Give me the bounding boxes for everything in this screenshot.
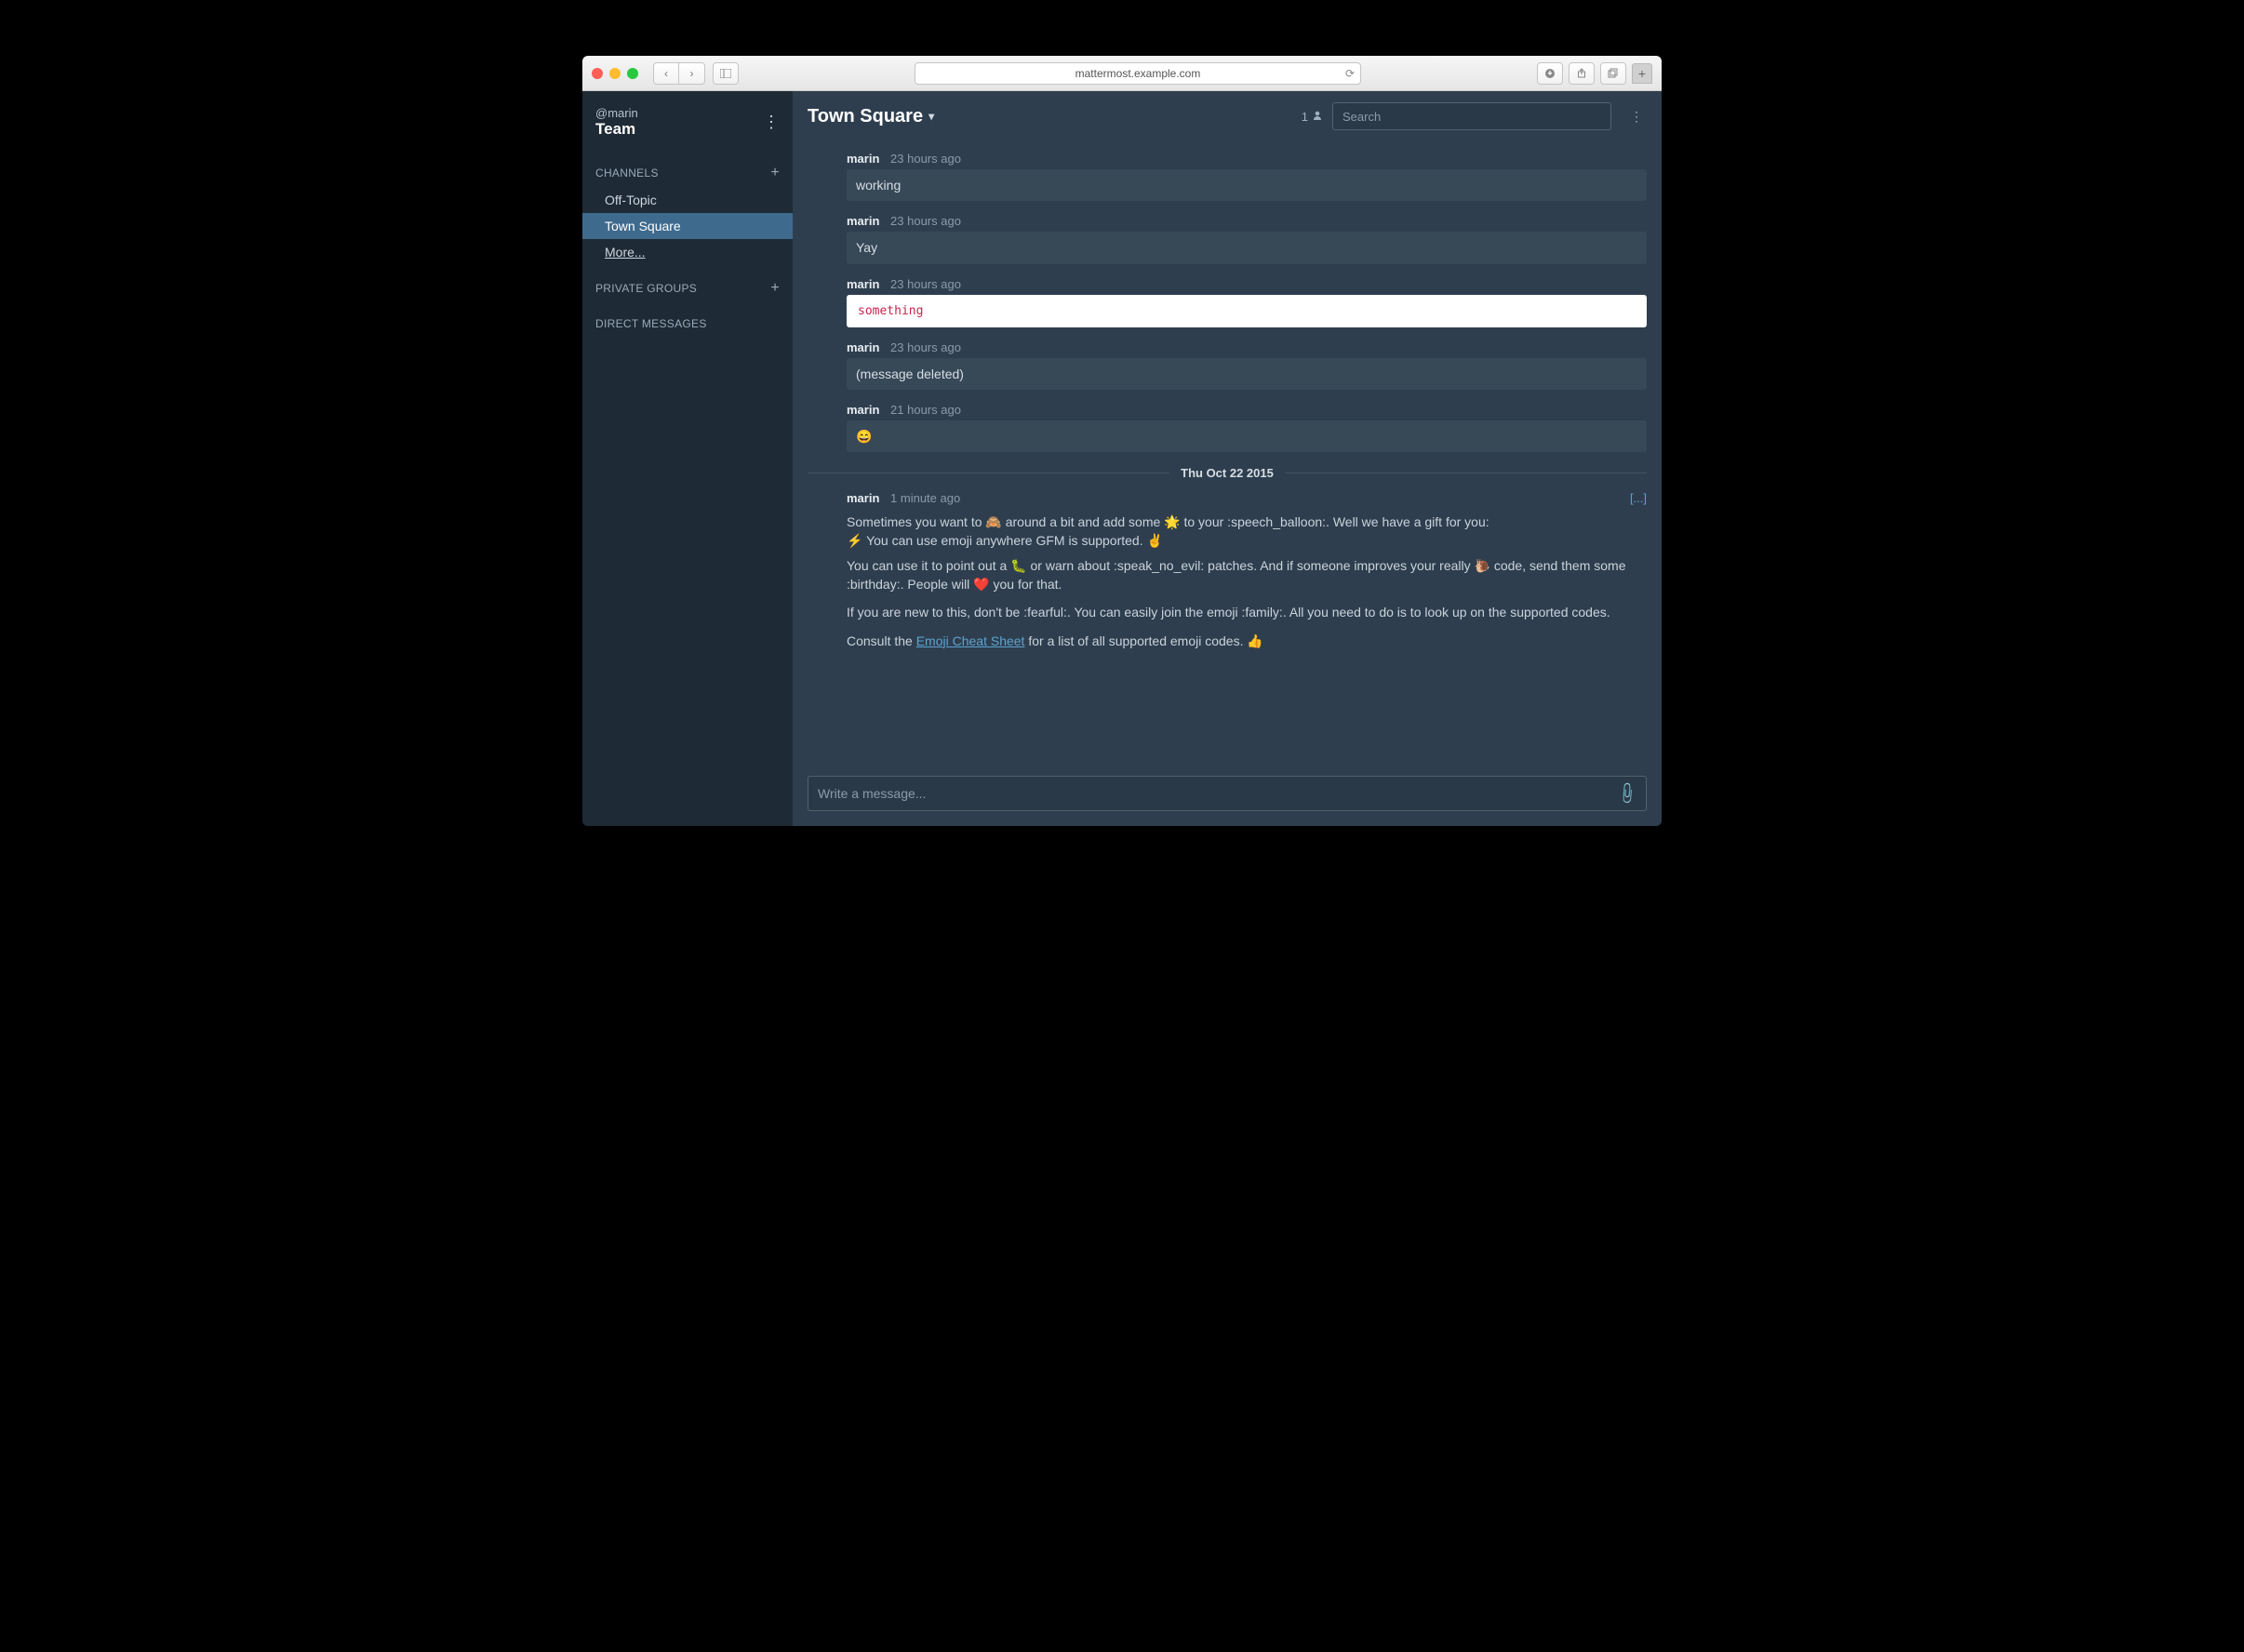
add-group-icon[interactable]: + <box>770 280 780 297</box>
post-time: 21 hours ago <box>890 403 961 417</box>
message-composer: 📎 <box>793 766 1662 826</box>
person-icon <box>1312 110 1323 124</box>
chevron-down-icon: ▾ <box>928 110 934 123</box>
post-time: 23 hours ago <box>890 214 961 228</box>
current-user: @marin <box>595 106 638 120</box>
back-button[interactable]: ‹ <box>653 62 679 85</box>
emoji-cheat-sheet-link[interactable]: Emoji Cheat Sheet <box>916 633 1025 648</box>
post-body: working <box>847 169 1647 201</box>
browser-chrome: ‹ › mattermost.example.com ⟳ + <box>582 56 1662 91</box>
minimize-window-button[interactable] <box>609 68 621 79</box>
new-tab-button[interactable]: + <box>1632 63 1652 84</box>
team-name: Team <box>595 120 638 139</box>
member-count[interactable]: 1 <box>1302 110 1323 124</box>
app-container: @marin Team ⋮ CHANNELS + Off-Topic Town … <box>582 91 1662 826</box>
date-separator-text: Thu Oct 22 2015 <box>1169 466 1285 480</box>
direct-messages-section: DIRECT MESSAGES <box>582 312 793 336</box>
message-post: marin 1 minute ago [...] Sometimes you w… <box>808 491 1647 650</box>
channels-section: CHANNELS + Off-Topic Town Square More... <box>582 159 793 265</box>
sidebar-toggle-button[interactable] <box>713 62 739 85</box>
attachment-icon[interactable]: 📎 <box>1614 780 1640 806</box>
channels-heading: CHANNELS <box>595 167 659 180</box>
post-paragraph: You can use it to point out a 🐛 or warn … <box>847 556 1647 594</box>
post-paragraph: Consult the Emoji Cheat Sheet for a list… <box>847 632 1647 650</box>
channel-header: Town Square ▾ 1 ⋮ <box>793 91 1662 144</box>
reload-icon[interactable]: ⟳ <box>1345 67 1355 80</box>
sidebar-menu-icon[interactable]: ⋮ <box>763 113 780 132</box>
date-separator: Thu Oct 22 2015 <box>808 465 1647 480</box>
message-list[interactable]: marin 23 hours ago working marin 23 hour… <box>793 144 1662 766</box>
post-user: marin <box>847 214 879 228</box>
message-post: marin 21 hours ago 😄 <box>808 403 1647 452</box>
close-window-button[interactable] <box>592 68 603 79</box>
post-body: 😄 <box>847 420 1647 452</box>
post-user: marin <box>847 152 879 166</box>
code-block: something <box>847 295 1647 327</box>
sidebar-item-town-square[interactable]: Town Square <box>582 213 793 239</box>
maximize-window-button[interactable] <box>627 68 638 79</box>
message-input[interactable] <box>818 786 1618 801</box>
url-bar[interactable]: mattermost.example.com ⟳ <box>915 62 1361 85</box>
post-body: Yay <box>847 232 1647 263</box>
post-paragraph: ⚡ You can use emoji anywhere GFM is supp… <box>847 531 1647 550</box>
composer-box[interactable]: 📎 <box>808 776 1647 811</box>
post-time: 1 minute ago <box>890 491 960 505</box>
direct-messages-heading: DIRECT MESSAGES <box>595 317 707 330</box>
message-post: marin 23 hours ago (message deleted) <box>808 340 1647 390</box>
channel-title[interactable]: Town Square ▾ <box>808 106 934 127</box>
message-post: marin 23 hours ago working <box>808 152 1647 201</box>
url-text: mattermost.example.com <box>1075 67 1201 80</box>
main-content: Town Square ▾ 1 ⋮ marin <box>793 91 1662 826</box>
post-time: 23 hours ago <box>890 340 961 354</box>
channel-title-text: Town Square <box>808 106 923 127</box>
sidebar-item-off-topic[interactable]: Off-Topic <box>582 187 793 213</box>
tabs-button[interactable] <box>1600 62 1626 85</box>
sidebar-item-more[interactable]: More... <box>582 239 793 265</box>
post-paragraph: Sometimes you want to 🙈 around a bit and… <box>847 513 1647 531</box>
message-post: marin 23 hours ago Yay <box>808 214 1647 263</box>
post-user: marin <box>847 340 879 354</box>
downloads-button[interactable] <box>1537 62 1563 85</box>
add-channel-icon[interactable]: + <box>770 165 780 181</box>
collapse-toggle[interactable]: [...] <box>1630 491 1647 505</box>
channel-menu-icon[interactable]: ⋮ <box>1621 109 1647 125</box>
sidebar-header: @marin Team ⋮ <box>582 99 793 150</box>
toolbar-right: + <box>1537 62 1652 85</box>
sidebar: @marin Team ⋮ CHANNELS + Off-Topic Town … <box>582 91 793 826</box>
message-post: marin 23 hours ago something <box>808 277 1647 327</box>
share-button[interactable] <box>1569 62 1595 85</box>
post-user: marin <box>847 277 879 291</box>
text-span: Consult the <box>847 633 916 648</box>
post-body: Sometimes you want to 🙈 around a bit and… <box>847 509 1647 650</box>
post-user: marin <box>847 491 879 505</box>
post-time: 23 hours ago <box>890 277 961 291</box>
post-user: marin <box>847 403 879 417</box>
private-groups-heading: PRIVATE GROUPS <box>595 282 697 295</box>
post-time: 23 hours ago <box>890 152 961 166</box>
text-span: for a list of all supported emoji codes.… <box>1024 633 1262 648</box>
search-input[interactable] <box>1332 102 1611 130</box>
post-paragraph: If you are new to this, don't be :fearfu… <box>847 603 1647 621</box>
private-groups-section: PRIVATE GROUPS + <box>582 274 793 302</box>
post-body: (message deleted) <box>847 358 1647 390</box>
traffic-lights <box>592 68 638 79</box>
member-count-number: 1 <box>1302 110 1308 124</box>
forward-button[interactable]: › <box>679 62 705 85</box>
browser-window: ‹ › mattermost.example.com ⟳ + <box>582 56 1662 826</box>
nav-buttons: ‹ › <box>653 62 705 85</box>
